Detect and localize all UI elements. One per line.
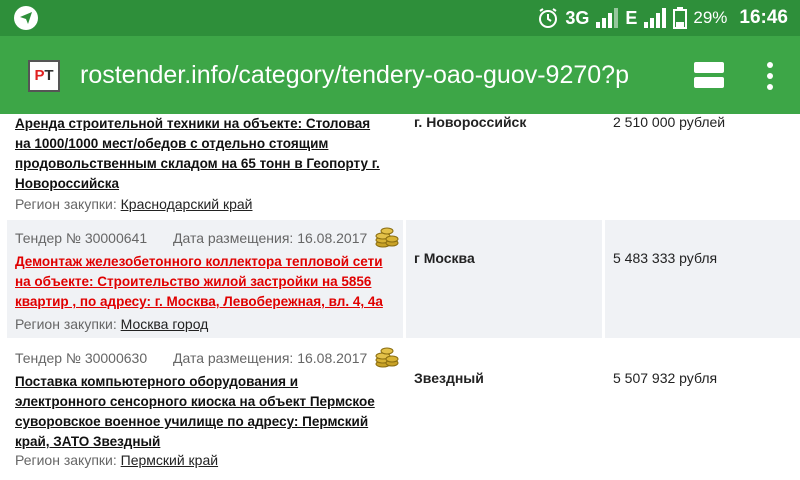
tender-number: Тендер № 30000630 <box>15 350 148 366</box>
signal-icon-2 <box>644 8 667 28</box>
region-link[interactable]: Пермский край <box>121 452 218 468</box>
tender-region: Регион закупки: Москва город <box>15 316 209 332</box>
signal-icon <box>596 8 619 28</box>
network-type-1: 3G <box>565 7 590 28</box>
coins-icon <box>375 347 399 368</box>
browser-toolbar: РТ rostender.info/category/tendery-oao-g… <box>0 36 800 114</box>
alarm-icon <box>539 8 558 28</box>
battery-icon <box>673 7 688 29</box>
tender-meta: Тендер № 30000630 Дата размещения: 16.08… <box>15 350 367 366</box>
site-favicon: РТ <box>28 60 60 92</box>
tender-price: 5 507 932 рубля <box>613 370 718 386</box>
tender-title-link[interactable]: Демонтаж железобетонного коллектора тепл… <box>15 252 387 312</box>
status-bar: 3G E 29% 16:46 <box>0 0 800 36</box>
tender-city: г. Новороссийск <box>414 114 527 130</box>
tender-list: Аренда строительной техники на объекте: … <box>0 114 800 480</box>
telegram-icon <box>14 6 38 30</box>
tender-region: Регион закупки: Пермский край <box>15 452 219 468</box>
tender-region: Регион закупки: Краснодарский край <box>15 196 253 212</box>
tender-city: Звездный <box>414 370 484 386</box>
coins-icon <box>375 227 399 248</box>
region-link[interactable]: Краснодарский край <box>121 196 253 212</box>
battery-percent: 29% <box>693 8 728 27</box>
tender-date: Дата размещения: 16.08.2017 <box>173 350 368 366</box>
tender-date: Дата размещения: 16.08.2017 <box>173 230 368 246</box>
network-type-2: E <box>625 7 638 28</box>
tender-row: Тендер № 30000630 Дата размещения: 16.08… <box>0 340 800 480</box>
tender-title-link[interactable]: Поставка компьютерного оборудования и эл… <box>15 372 387 452</box>
tabs-switcher-button[interactable] <box>694 62 724 88</box>
tender-number: Тендер № 30000641 <box>15 230 148 246</box>
tender-title-link[interactable]: Аренда строительной техники на объекте: … <box>15 114 387 194</box>
tender-row: Аренда строительной техники на объекте: … <box>0 114 800 214</box>
tender-meta: Тендер № 30000641 Дата размещения: 16.08… <box>15 230 367 246</box>
region-link[interactable]: Москва город <box>121 316 209 332</box>
tender-price: 2 510 000 рублей <box>613 114 726 130</box>
url-bar[interactable]: rostender.info/category/tendery-oao-guov… <box>80 61 666 90</box>
tender-price: 5 483 333 рубля <box>613 250 718 266</box>
clock: 16:46 <box>739 7 788 28</box>
tender-city: г Москва <box>414 250 475 266</box>
tender-row: Тендер № 30000641 Дата размещения: 16.08… <box>0 220 800 338</box>
overflow-menu-button[interactable] <box>762 62 778 90</box>
